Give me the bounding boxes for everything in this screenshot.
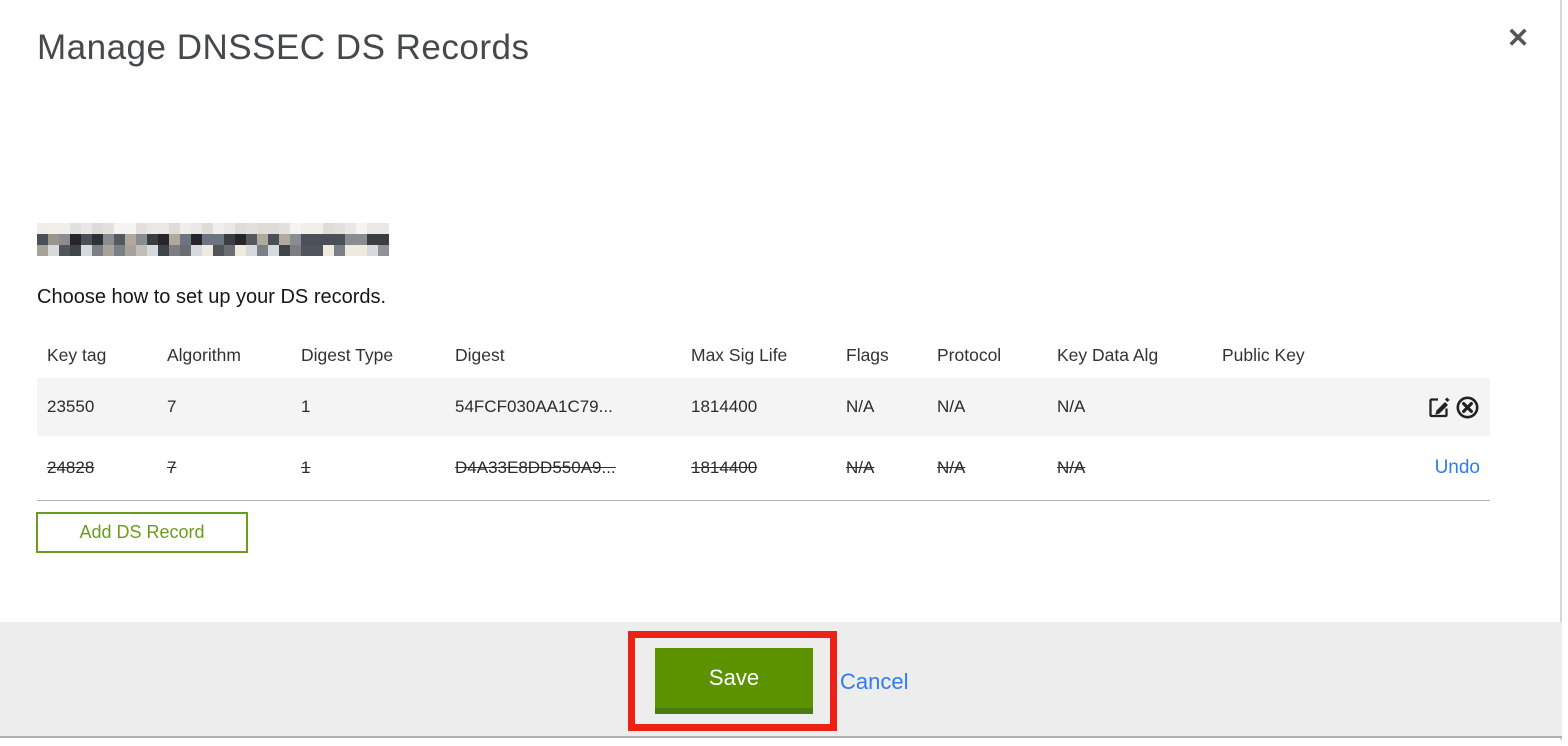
column-header-key-tag: Key tag xyxy=(47,344,107,365)
cell-digest-type: 1 xyxy=(301,397,311,416)
ds-records-table: Key tag Algorithm Digest Type Digest Max… xyxy=(37,332,1490,501)
instruction-text: Choose how to set up your DS records. xyxy=(37,286,387,308)
cell-key-tag: 23550 xyxy=(47,397,95,416)
cell-key-tag: 24828 xyxy=(47,458,95,477)
cell-digest-type: 1 xyxy=(301,458,311,477)
cell-digest: 54FCF030AA1C79... xyxy=(455,397,613,416)
cell-protocol: N/A xyxy=(937,458,966,477)
page-title: Manage DNSSEC DS Records xyxy=(37,28,530,67)
cell-protocol: N/A xyxy=(937,397,966,416)
column-header-max-sig-life: Max Sig Life xyxy=(691,344,788,365)
add-ds-record-button[interactable]: Add DS Record xyxy=(36,512,248,553)
cell-max-sig-life: 1814400 xyxy=(691,397,758,416)
column-header-algorithm: Algorithm xyxy=(167,344,241,365)
column-header-digest-type: Digest Type xyxy=(301,344,394,365)
edit-record-button[interactable] xyxy=(1426,394,1452,420)
cell-algorithm: 7 xyxy=(167,397,177,416)
undo-delete-link[interactable]: Undo xyxy=(1435,457,1480,479)
column-header-key-data-alg: Key Data Alg xyxy=(1057,344,1159,365)
manage-dnssec-modal: Manage DNSSEC DS Records ✕ Choose how to… xyxy=(0,0,1562,740)
cell-key-data-alg: N/A xyxy=(1057,397,1086,416)
cell-max-sig-life: 1814400 xyxy=(691,458,758,477)
column-header-digest: Digest xyxy=(455,344,505,365)
column-header-public-key: Public Key xyxy=(1222,344,1305,365)
cell-flags: N/A xyxy=(846,458,875,477)
table-row: 23550 7 1 54FCF030AA1C79... 1814400 N/A … xyxy=(37,378,1490,436)
delete-record-button[interactable] xyxy=(1454,394,1480,420)
column-header-protocol: Protocol xyxy=(937,344,1002,365)
save-button[interactable]: Save xyxy=(655,648,813,714)
close-icon[interactable]: ✕ xyxy=(1498,18,1538,58)
table-row: 24828 7 1 D4A33E8DD550A9... 1814400 N/A … xyxy=(37,436,1490,501)
cell-algorithm: 7 xyxy=(167,458,177,477)
circle-x-delete-icon xyxy=(1455,395,1480,420)
column-header-flags: Flags xyxy=(846,344,889,365)
redacted-domain-name xyxy=(37,223,389,256)
table-header-row: Key tag Algorithm Digest Type Digest Max… xyxy=(37,332,1490,378)
cell-flags: N/A xyxy=(846,397,875,416)
cell-key-data-alg: N/A xyxy=(1057,458,1086,477)
modal-footer: Save Cancel xyxy=(0,622,1562,738)
edit-pencil-icon xyxy=(1427,395,1451,419)
cancel-link[interactable]: Cancel xyxy=(840,669,908,695)
cell-digest: D4A33E8DD550A9... xyxy=(455,458,616,477)
